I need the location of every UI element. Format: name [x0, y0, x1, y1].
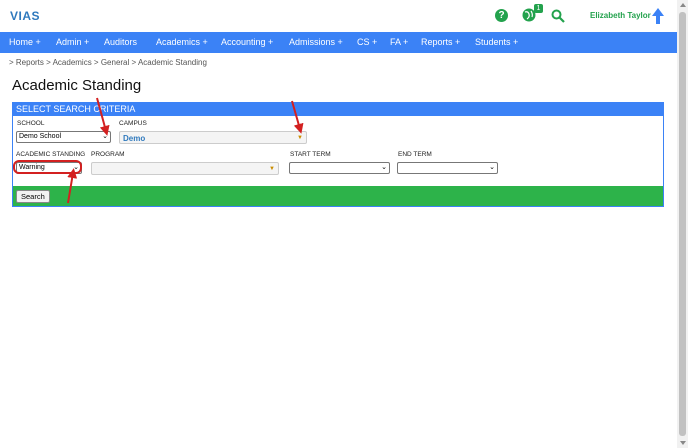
- notification-badge: 1: [534, 4, 543, 13]
- nav-home[interactable]: Home +: [9, 37, 41, 47]
- scroll-thumb[interactable]: [679, 12, 686, 436]
- chevron-down-icon: ▼: [297, 135, 303, 141]
- nav-reports[interactable]: Reports +: [421, 37, 460, 47]
- search-icon[interactable]: [551, 9, 565, 23]
- chevron-down-icon: ▼: [269, 166, 275, 172]
- annotation-arrows: [67, 97, 304, 204]
- end-term-label: END TERM: [398, 151, 432, 158]
- school-select[interactable]: Demo School ⌄: [16, 131, 111, 143]
- school-label: SCHOOL: [17, 120, 45, 127]
- user-arrow-icon[interactable]: [652, 8, 664, 24]
- criteria-header: SELECT SEARCH CRITERIA: [13, 103, 663, 116]
- user-name[interactable]: Elizabeth Taylor: [590, 11, 651, 20]
- annotation-highlight: [13, 160, 82, 174]
- search-button[interactable]: Search: [16, 190, 50, 203]
- nav-auditors[interactable]: Auditors: [104, 37, 137, 47]
- campus-select[interactable]: Demo ▼: [119, 131, 307, 144]
- logo[interactable]: VIAS: [10, 9, 40, 23]
- nav-accounting[interactable]: Accounting +: [221, 37, 273, 47]
- campus-label: CAMPUS: [119, 120, 147, 127]
- scroll-down-icon[interactable]: [680, 441, 686, 445]
- page-title: Academic Standing: [12, 77, 142, 94]
- start-term-select[interactable]: ⌄: [289, 162, 390, 174]
- program-label: PROGRAM: [91, 151, 125, 158]
- scroll-up-icon[interactable]: [680, 3, 686, 7]
- end-term-select[interactable]: ⌄: [397, 162, 498, 174]
- nav-fa[interactable]: FA +: [390, 37, 408, 47]
- search-criteria-panel: SELECT SEARCH CRITERIA SCHOOL Demo Schoo…: [12, 102, 664, 207]
- chevron-down-icon: ⌄: [102, 133, 108, 140]
- nav-cs[interactable]: CS +: [357, 37, 377, 47]
- start-term-label: START TERM: [290, 151, 331, 158]
- criteria-footer: [13, 186, 663, 206]
- main-nav: Home + Admin + Auditors Academics + Acco…: [0, 32, 677, 53]
- nav-admissions[interactable]: Admissions +: [289, 37, 343, 47]
- breadcrumb[interactable]: > Reports > Academics > General > Academ…: [9, 58, 207, 67]
- top-bar: VIAS ? 1 Elizabeth Taylor: [0, 0, 677, 32]
- program-select[interactable]: ▼: [91, 162, 279, 175]
- help-icon[interactable]: ?: [495, 9, 508, 22]
- academic-standing-label: ACADEMIC STANDING: [16, 151, 86, 158]
- chevron-down-icon: ⌄: [381, 164, 387, 171]
- nav-students[interactable]: Students +: [475, 37, 518, 47]
- chevron-down-icon: ⌄: [489, 164, 495, 171]
- page-scrollbar[interactable]: [677, 0, 688, 448]
- nav-admin[interactable]: Admin +: [56, 37, 89, 47]
- nav-academics[interactable]: Academics +: [156, 37, 208, 47]
